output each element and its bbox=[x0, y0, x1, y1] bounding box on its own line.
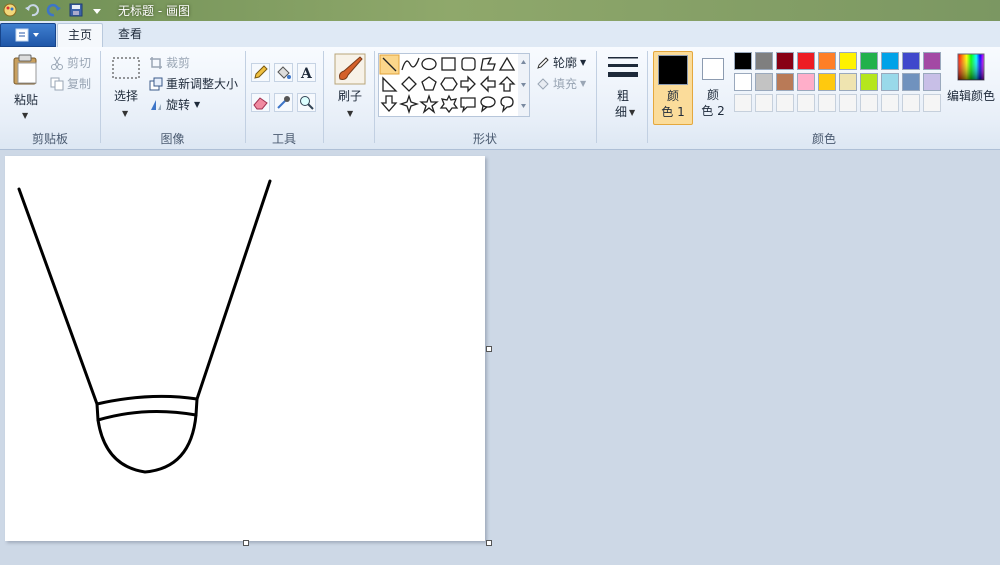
palette-swatch[interactable] bbox=[755, 73, 773, 91]
shapes-gallery-icons bbox=[379, 54, 529, 116]
palette-swatch[interactable] bbox=[860, 94, 878, 112]
shapes-group-label: 形状 bbox=[472, 132, 497, 146]
outline-button[interactable]: 轮廓 ▼ bbox=[536, 54, 586, 71]
title-bar: 无标题 - 画图 bbox=[0, 0, 1000, 22]
size-dropdown-icon: ▼ bbox=[629, 108, 636, 117]
palette-swatch[interactable] bbox=[839, 73, 857, 91]
palette-swatch[interactable] bbox=[776, 52, 794, 70]
size-button[interactable]: 粗 细 ▼ bbox=[603, 53, 643, 125]
drawing-canvas[interactable] bbox=[5, 156, 485, 541]
color1-swatch bbox=[658, 55, 688, 85]
color2-button[interactable]: 颜 色 2 bbox=[698, 51, 728, 125]
shapes-group: 轮廓 ▼ 填充 ▼ 形状 bbox=[0, 47, 600, 149]
color2-label-bottom: 色 2 bbox=[701, 104, 725, 118]
basket-rim-right-stroke bbox=[194, 397, 199, 417]
save-icon[interactable] bbox=[68, 2, 84, 18]
palette-swatch[interactable] bbox=[881, 94, 899, 112]
basket-rim-bottom-stroke bbox=[96, 409, 198, 422]
colors-group-label: 颜色 bbox=[811, 132, 836, 146]
canvas-resize-handle-corner[interactable] bbox=[486, 540, 492, 546]
palette-swatch[interactable] bbox=[776, 73, 794, 91]
undo-icon[interactable] bbox=[24, 2, 40, 18]
palette-swatch[interactable] bbox=[839, 94, 857, 112]
edit-colors-label: 编辑颜色 bbox=[946, 89, 995, 103]
menu-icon bbox=[15, 28, 39, 41]
palette-swatch[interactable] bbox=[923, 94, 941, 112]
palette-swatch[interactable] bbox=[881, 73, 899, 91]
color-wheel-icon bbox=[957, 53, 985, 81]
palette-swatch[interactable] bbox=[839, 52, 857, 70]
shapes-gallery bbox=[378, 53, 530, 117]
outline-pen-icon bbox=[537, 56, 549, 69]
palette-swatch[interactable] bbox=[923, 73, 941, 91]
redo-icon[interactable] bbox=[46, 2, 62, 18]
paint-app-icon[interactable] bbox=[2, 2, 18, 18]
paint-menu-button[interactable] bbox=[0, 23, 56, 47]
palette-swatch[interactable] bbox=[734, 94, 752, 112]
outline-label: 轮廓 bbox=[553, 56, 578, 70]
palette-swatch[interactable] bbox=[797, 73, 815, 91]
drawing-strokes bbox=[17, 179, 272, 474]
size-label-top: 粗 bbox=[616, 89, 629, 103]
line-width-icon bbox=[608, 57, 638, 77]
color1-label-bottom: 色 1 bbox=[661, 105, 685, 119]
outline-dropdown-icon: ▼ bbox=[580, 58, 587, 67]
palette-swatch[interactable] bbox=[902, 94, 920, 112]
customize-toolbar-icon[interactable] bbox=[92, 2, 102, 18]
left-string-stroke bbox=[17, 187, 99, 406]
colors-group: 颜 色 1 颜 色 2 编辑颜色 颜色 bbox=[648, 47, 1000, 149]
palette-swatch[interactable] bbox=[818, 73, 836, 91]
canvas-resize-handle-bottom[interactable] bbox=[243, 540, 249, 546]
color1-button[interactable]: 颜 色 1 bbox=[653, 51, 693, 125]
size-group: 粗 细 ▼ bbox=[597, 47, 647, 149]
palette-swatch[interactable] bbox=[734, 73, 752, 91]
fill-button[interactable]: 填充 ▼ bbox=[536, 75, 586, 92]
fill-dropdown-icon: ▼ bbox=[580, 79, 587, 88]
basket-rim-left-stroke bbox=[95, 402, 100, 422]
palette-swatch[interactable] bbox=[797, 52, 815, 70]
basket-rim-top-stroke bbox=[95, 394, 199, 406]
ribbon: 粘贴 ▼ 剪切 复制 剪贴板 选择 ▼ 裁剪 重新调整大小 旋转 ▼ 图像 A … bbox=[0, 47, 1000, 150]
palette-swatch[interactable] bbox=[881, 52, 899, 70]
tab-view[interactable]: 查看 bbox=[108, 23, 152, 46]
palette-swatch[interactable] bbox=[818, 52, 836, 70]
palette-swatch[interactable] bbox=[902, 52, 920, 70]
fill-label: 填充 bbox=[553, 77, 578, 91]
palette-swatch[interactable] bbox=[818, 94, 836, 112]
right-string-stroke bbox=[195, 179, 272, 401]
color2-swatch bbox=[702, 58, 724, 80]
ribbon-tab-row: 主页 查看 bbox=[0, 21, 1000, 48]
window-title: 无标题 - 画图 bbox=[118, 4, 190, 18]
palette-swatch[interactable] bbox=[797, 94, 815, 112]
palette-swatch[interactable] bbox=[860, 73, 878, 91]
palette-swatch[interactable] bbox=[923, 52, 941, 70]
edit-colors-button[interactable]: 编辑颜色 bbox=[946, 51, 996, 111]
tab-home[interactable]: 主页 bbox=[57, 23, 104, 47]
basket-bowl-stroke bbox=[96, 413, 198, 474]
palette-swatch[interactable] bbox=[860, 52, 878, 70]
palette-swatch[interactable] bbox=[755, 94, 773, 112]
palette-swatch[interactable] bbox=[776, 94, 794, 112]
palette-swatch[interactable] bbox=[755, 52, 773, 70]
color1-label-top: 颜 bbox=[666, 89, 679, 103]
fill-bucket-icon bbox=[537, 77, 549, 90]
workspace bbox=[0, 150, 1000, 565]
canvas-resize-handle-right[interactable] bbox=[486, 346, 492, 352]
palette-swatch[interactable] bbox=[734, 52, 752, 70]
color2-label-top: 颜 bbox=[706, 88, 719, 102]
palette-swatch[interactable] bbox=[902, 73, 920, 91]
